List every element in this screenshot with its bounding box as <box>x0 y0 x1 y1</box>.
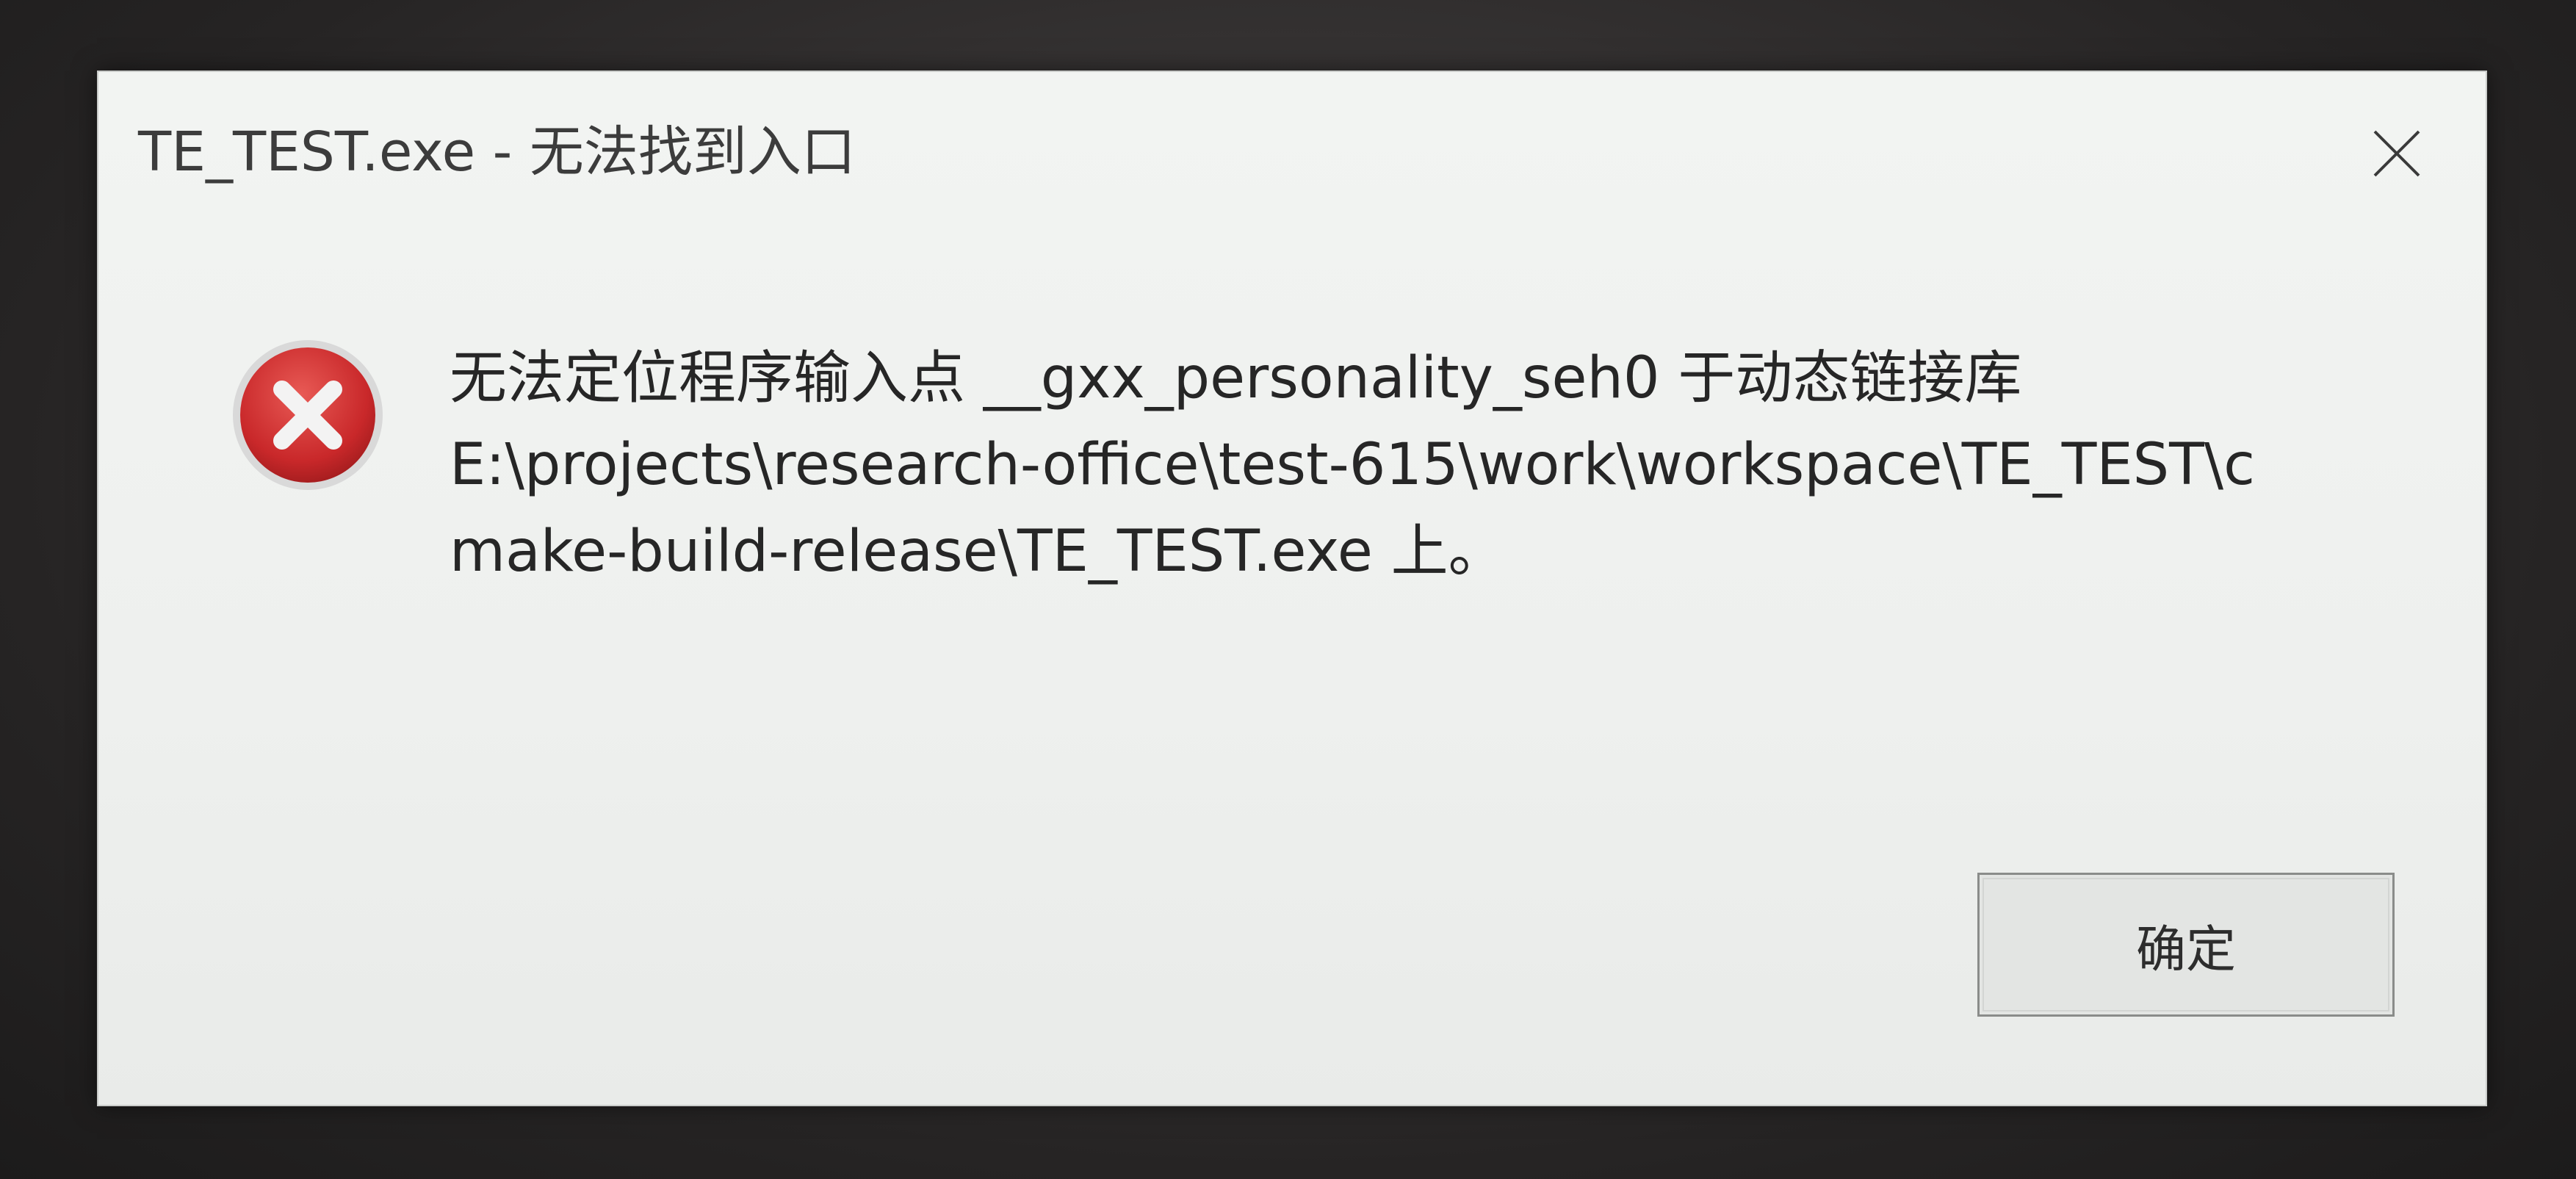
message-line: 无法定位程序输入点 __gxx_personality_seh0 于动态链接库 <box>450 345 2022 411</box>
error-message: 无法定位程序输入点 __gxx_personality_seh0 于动态链接库 … <box>450 335 2462 595</box>
close-button[interactable] <box>2334 98 2459 209</box>
dialog-title: TE_TEST.exe - 无法找到入口 <box>138 120 856 184</box>
title-bar: TE_TEST.exe - 无法找到入口 <box>98 72 2486 219</box>
message-line: make-build-release\TE_TEST.exe 上。 <box>450 519 1506 585</box>
ok-button-label: 确定 <box>2135 920 2236 979</box>
message-line: E:\projects\research-office\test-615\wor… <box>450 432 2255 498</box>
ok-button[interactable]: 确定 <box>1977 873 2395 1017</box>
close-icon <box>2373 130 2420 177</box>
error-dialog: TE_TEST.exe - 无法找到入口 无法定位程序输入点 __gxx_per… <box>97 71 2487 1106</box>
error-icon <box>228 335 388 495</box>
